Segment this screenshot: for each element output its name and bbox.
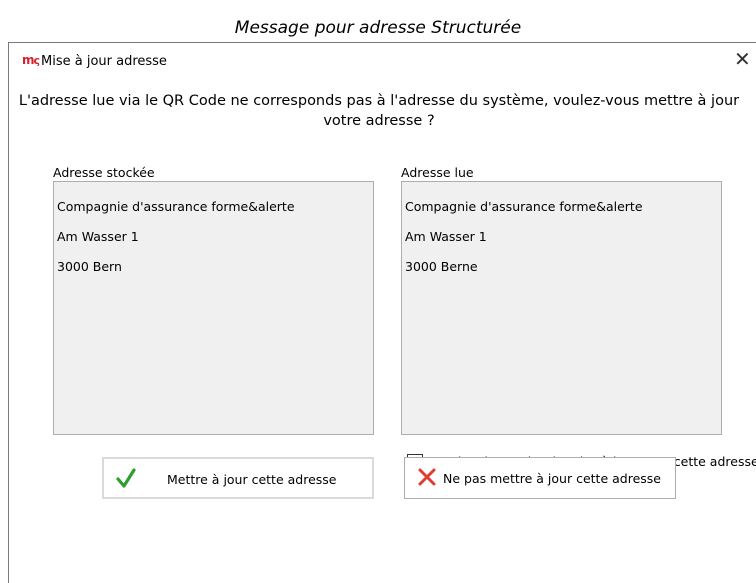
stored-address-line: 3000 Bern <box>57 259 122 274</box>
stored-address-box: Compagnie d'assurance forme&alerte Am Wa… <box>53 181 374 435</box>
stored-address-label: Adresse stockée <box>53 165 155 180</box>
app-logo-icon: mς <box>22 53 40 67</box>
red-x-icon <box>418 468 436 486</box>
read-address-label: Adresse lue <box>401 165 474 180</box>
dialog-message: L'adresse lue via le QR Code ne correspo… <box>1 91 756 131</box>
update-address-dialog: mς Mise à jour adresse ✕ L'adresse lue v… <box>8 42 756 583</box>
read-address-line: Compagnie d'assurance forme&alerte <box>405 199 643 214</box>
read-address-line: Am Wasser 1 <box>405 229 487 244</box>
close-icon[interactable]: ✕ <box>734 49 751 69</box>
message-line-2: votre adresse ? <box>323 113 435 129</box>
message-line-1: L'adresse lue via le QR Code ne correspo… <box>18 93 740 109</box>
stored-address-line: Compagnie d'assurance forme&alerte <box>57 199 295 214</box>
update-address-button-label: Mettre à jour cette adresse <box>167 472 337 487</box>
title-bar: mς Mise à jour adresse ✕ <box>9 43 756 81</box>
figure-caption: Message pour adresse Structurée <box>234 18 522 38</box>
update-address-button[interactable]: Mettre à jour cette adresse <box>102 457 374 499</box>
checkmark-icon <box>116 468 136 488</box>
stored-address-line: Am Wasser 1 <box>57 229 139 244</box>
read-address-box: Compagnie d'assurance forme&alerte Am Wa… <box>401 181 722 435</box>
skip-update-button[interactable]: Ne pas mettre à jour cette adresse <box>404 457 676 499</box>
read-address-line: 3000 Berne <box>405 259 478 274</box>
window-title: Mise à jour adresse <box>41 54 167 69</box>
skip-update-button-label: Ne pas mettre à jour cette adresse <box>443 471 661 486</box>
